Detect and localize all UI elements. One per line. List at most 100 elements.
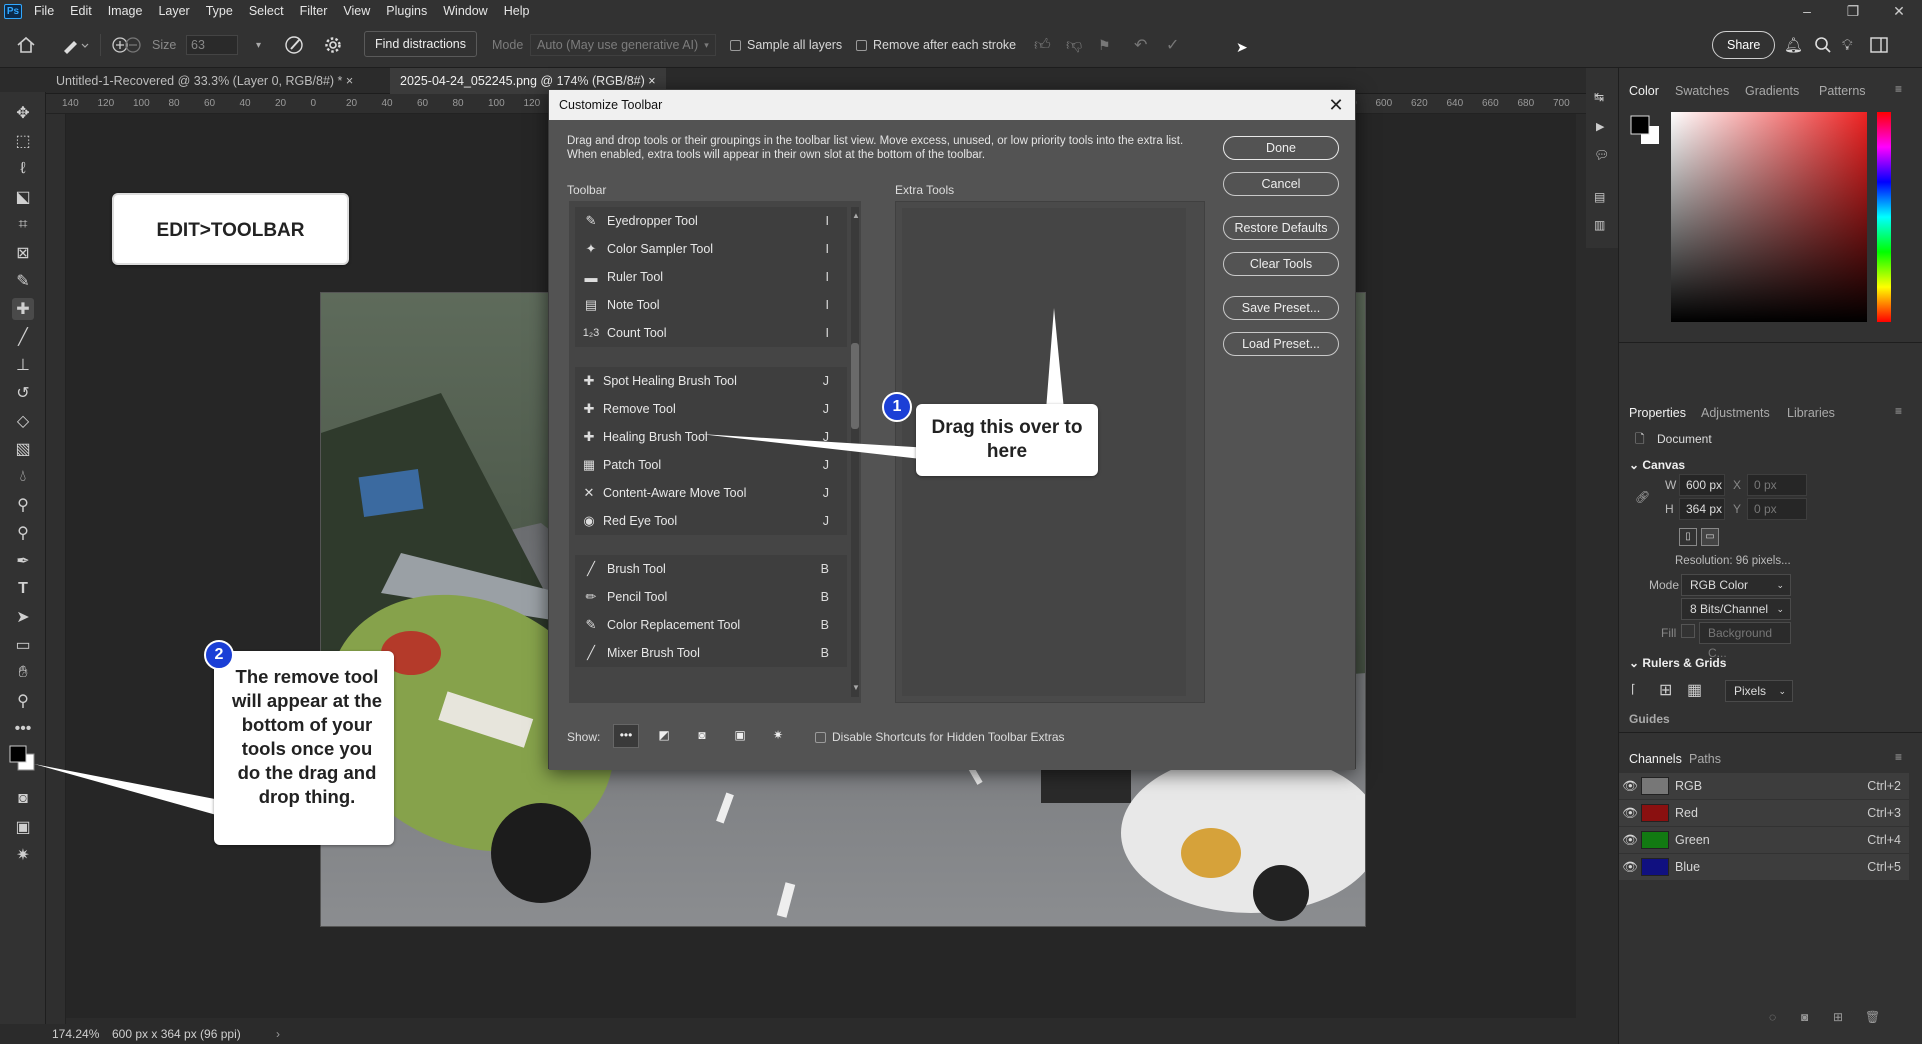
type-tool-icon[interactable]: T [12, 578, 34, 600]
guides-section[interactable]: Guides [1629, 712, 1670, 724]
layers-panel-icon[interactable]: ▤ [1594, 190, 1605, 204]
eye-icon[interactable]: 👁︎ [1619, 833, 1641, 848]
list-item[interactable]: ✎ Color Replacement Tool B [575, 611, 847, 639]
link-icon[interactable]: 🔗︎ [1635, 490, 1650, 504]
history-panel-icon[interactable]: ↹ [1594, 90, 1604, 104]
share-button[interactable]: Share [1712, 31, 1776, 59]
menu-window[interactable]: Window [435, 4, 495, 18]
save-selection-icon[interactable]: ◙ [1801, 1010, 1808, 1024]
list-item[interactable]: ✎ Eyedropper Tool I [575, 207, 847, 235]
object-selection-icon[interactable]: ⬕ [12, 186, 34, 208]
remove-tool-icon[interactable]: ✚ [12, 298, 34, 320]
show-extras-icon[interactable]: ••• [613, 724, 639, 748]
hue-slider[interactable] [1877, 112, 1891, 322]
bell-icon[interactable]: 🔔︎ [1784, 34, 1803, 56]
panel-menu-icon[interactable]: ≡ [1895, 750, 1902, 764]
eye-icon[interactable]: 👁︎ [1619, 779, 1641, 794]
menu-edit[interactable]: Edit [62, 4, 100, 18]
remove-after-stroke-checkbox[interactable]: Remove after each stroke [856, 34, 1016, 56]
zoom-smudge-icon[interactable]: ⚲ [12, 522, 34, 544]
find-distractions-button[interactable]: Find distractions [364, 31, 478, 57]
comments-panel-icon[interactable]: 💬︎ [1594, 148, 1609, 162]
restore-defaults-button[interactable]: Restore Defaults [1223, 216, 1339, 240]
rectangle-tool-icon[interactable]: ▭ [12, 634, 34, 656]
document-info[interactable]: 600 px x 364 px (96 ppi) [112, 1024, 241, 1044]
photoshop-logo[interactable]: Ps [0, 0, 26, 22]
tab-gradients[interactable]: Gradients [1745, 84, 1799, 98]
zoom-tool-icon[interactable]: ⚲ [12, 690, 34, 712]
load-selection-icon[interactable]: ◌ [1769, 1010, 1776, 1024]
tab-libraries[interactable]: Libraries [1787, 406, 1835, 420]
y-input[interactable]: 0 px [1747, 498, 1807, 520]
grid-toggle-icon[interactable]: ⊞ [1659, 680, 1672, 700]
tool-group-brush[interactable]: ╱ Brush Tool B ✏ Pencil Tool B ✎ Color Replac… [575, 555, 847, 667]
ruler-units-select[interactable]: Pixels ⌄ [1725, 680, 1793, 702]
sample-all-layers-checkbox[interactable]: Sample all layers [730, 34, 842, 56]
rulers-grids-section[interactable]: ⌄ Rulers & Grids [1629, 656, 1726, 670]
show-screen-mode-icon[interactable]: ▣ [727, 724, 753, 748]
save-preset-button[interactable]: Save Preset... [1223, 296, 1339, 320]
path-selection-icon[interactable]: ➤ [12, 606, 34, 628]
lightbulb-icon[interactable]: 💡︎ [1842, 34, 1853, 56]
size-input[interactable]: 63 [186, 35, 238, 55]
brush-tool-icon[interactable]: ╱ [12, 326, 34, 348]
menu-layer[interactable]: Layer [150, 4, 197, 18]
actions-panel-icon[interactable]: ▶ [1596, 120, 1604, 133]
tab-color[interactable]: Color [1629, 84, 1659, 98]
restore-icon[interactable]: ❐ [1830, 0, 1876, 22]
tab-channels[interactable]: Channels [1629, 752, 1682, 766]
tab-untitled[interactable]: Untitled-1-Recovered @ 33.3% (Layer 0, R… [46, 68, 363, 94]
move-tool-icon[interactable]: ✥ [12, 102, 34, 124]
panel-menu-icon[interactable]: ≡ [1895, 404, 1902, 418]
search-icon[interactable] [1814, 34, 1832, 56]
show-quick-mask-icon[interactable]: ◙ [689, 724, 715, 748]
hand-tool-icon[interactable]: ✋︎ [12, 662, 34, 684]
thumbs-down-icon[interactable]: 👎︎ [1066, 34, 1082, 56]
thumbs-up-icon[interactable]: 👍︎ [1034, 34, 1051, 56]
close-window-icon[interactable]: ✕ [1876, 0, 1922, 22]
settings-gear-icon[interactable] [324, 34, 342, 56]
tab-properties[interactable]: Properties [1629, 406, 1686, 420]
crop-tool-icon[interactable]: ⌗ [12, 214, 34, 236]
eraser-tool-icon[interactable]: ◇ [12, 410, 34, 432]
list-item[interactable]: ✏ Pencil Tool B [575, 583, 847, 611]
list-item[interactable]: ▬ Ruler Tool I [575, 263, 847, 291]
canvas-section[interactable]: ⌄ Canvas [1629, 458, 1685, 472]
load-preset-button[interactable]: Load Preset... [1223, 332, 1339, 356]
list-item[interactable]: ◉ Red Eye Tool J [575, 507, 847, 535]
landscape-orientation-icon[interactable]: ▭ [1701, 528, 1719, 546]
tab-adjustments[interactable]: Adjustments [1701, 406, 1770, 420]
new-channel-icon[interactable]: ⊞ [1833, 1010, 1843, 1024]
menu-image[interactable]: Image [100, 4, 151, 18]
clear-tools-button[interactable]: Clear Tools [1223, 252, 1339, 276]
mode-select[interactable]: RGB Color ⌄ [1681, 574, 1791, 596]
fill-swatch[interactable] [1681, 624, 1695, 638]
marquee-tool-icon[interactable]: ⬚ [12, 130, 34, 152]
menu-file[interactable]: File [26, 4, 62, 18]
close-tab-icon[interactable]: × [346, 74, 353, 88]
list-item[interactable]: ╱ Brush Tool B [575, 555, 847, 583]
commit-check-icon[interactable]: ✓ [1166, 34, 1179, 56]
list-item[interactable]: ✦ Color Sampler Tool I [575, 235, 847, 263]
dialog-close-icon[interactable]: ✕ [1325, 94, 1347, 116]
menu-select[interactable]: Select [241, 4, 292, 18]
list-item[interactable]: ✕ Content-Aware Move Tool J [575, 479, 847, 507]
show-color-swatches-icon[interactable]: ◩ [651, 724, 677, 748]
channel-row-green[interactable]: 👁︎ Green Ctrl+4 [1619, 827, 1909, 853]
cancel-button[interactable]: Cancel [1223, 172, 1339, 196]
show-edit-toolbar-icon[interactable]: ✷ [765, 724, 791, 748]
status-arrow-icon[interactable]: › [276, 1024, 280, 1044]
channel-row-blue[interactable]: 👁︎ Blue Ctrl+5 [1619, 854, 1909, 880]
blur-tool-icon[interactable]: 💧︎ [12, 466, 34, 488]
height-input[interactable]: 364 px [1679, 498, 1725, 520]
size-dropdown-icon[interactable]: ▾ [256, 34, 261, 56]
eyedropper-tool-icon[interactable]: ✎ [12, 270, 34, 292]
close-tab-icon[interactable]: × [648, 74, 655, 88]
undo-icon[interactable]: ↶ [1134, 34, 1147, 56]
done-button[interactable]: Done [1223, 136, 1339, 160]
delete-channel-icon[interactable]: 🗑︎ [1865, 1010, 1880, 1024]
dodge-tool-icon[interactable]: ⚲ [12, 494, 34, 516]
color-picker-field[interactable] [1671, 112, 1867, 322]
eye-icon[interactable]: 👁︎ [1619, 860, 1641, 875]
mode-select[interactable]: Auto (May use generative AI) ▾ [530, 34, 716, 56]
